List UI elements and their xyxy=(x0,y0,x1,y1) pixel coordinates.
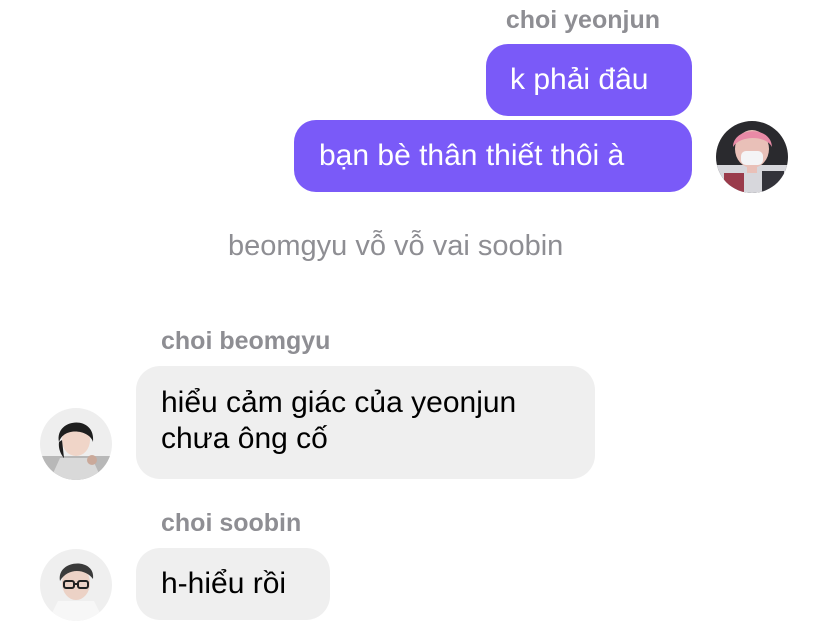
sender-name-yeonjun: choi yeonjun xyxy=(505,6,660,34)
chat-notice: beomgyu vỗ vỗ vai soobin xyxy=(228,230,564,262)
sender-name-beomgyu: choi beomgyu xyxy=(161,327,331,355)
message-bubble[interactable]: k phải đâu xyxy=(486,44,692,116)
user-avatar-pink-hair-icon xyxy=(716,121,788,193)
user-avatar-glasses-icon xyxy=(40,549,112,621)
message-text-line: chưa ông cố xyxy=(161,422,328,455)
message-bubble[interactable]: hiểu cảm giác của yeonjun chưa ông cố xyxy=(136,366,595,479)
avatar-yeonjun[interactable] xyxy=(716,121,788,193)
message-text: bạn bè thân thiết thôi à xyxy=(319,139,625,172)
message-text-line: hiểu cảm giác của yeonjun xyxy=(161,386,517,419)
avatar-soobin[interactable] xyxy=(40,549,112,621)
sender-name-soobin: choi soobin xyxy=(161,509,302,537)
avatar-beomgyu[interactable] xyxy=(40,408,112,480)
message-text: k phải đâu xyxy=(510,63,649,96)
message-bubble[interactable]: h-hiểu rồi xyxy=(136,548,330,620)
message-text: h-hiểu rồi xyxy=(161,567,287,600)
message-bubble[interactable]: bạn bè thân thiết thôi à xyxy=(294,120,692,192)
user-avatar-dark-hair-icon xyxy=(40,408,112,480)
